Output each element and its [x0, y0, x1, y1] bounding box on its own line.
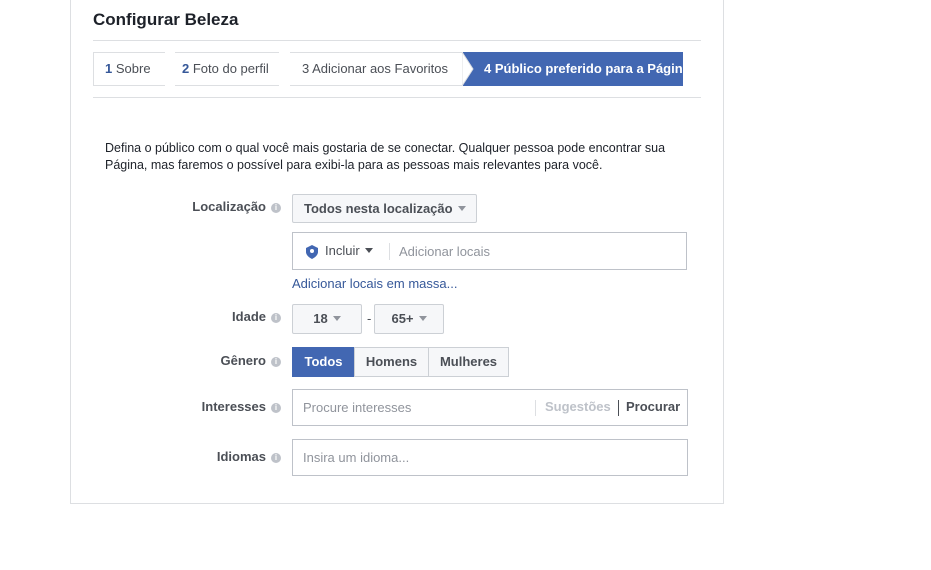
browse-button[interactable]: Procurar	[626, 399, 680, 414]
step-label: Sobre	[115, 61, 151, 76]
input-divider	[618, 400, 619, 416]
gender-label: Gênero	[220, 353, 266, 368]
step-label: Adicionar aos Favoritos	[312, 61, 448, 76]
gender-women-button[interactable]: Mulheres	[428, 347, 509, 377]
input-divider	[535, 400, 536, 416]
age-max-dropdown[interactable]: 65+	[374, 304, 444, 334]
step-number: 1	[105, 61, 113, 76]
gender-selector: Todos Homens Mulheres	[292, 347, 510, 377]
step-preferred-audience[interactable]: 4 Público preferido para a Página	[462, 52, 690, 86]
location-input-box[interactable]: Incluir Adicionar locais	[292, 232, 687, 270]
interests-input-box[interactable]: Procure interesses Sugestões Procurar	[292, 389, 688, 426]
info-icon[interactable]: i	[271, 357, 281, 367]
info-icon[interactable]: i	[271, 403, 281, 413]
location-label: Localização	[192, 199, 266, 214]
info-icon[interactable]: i	[271, 313, 281, 323]
location-pin-icon	[306, 245, 318, 259]
page-title: Configurar Beleza	[93, 10, 239, 29]
divider	[93, 97, 701, 98]
step-label: Público preferido para a Página	[494, 61, 690, 76]
gender-all-button[interactable]: Todos	[292, 347, 355, 377]
include-dropdown[interactable]: Incluir	[325, 243, 373, 258]
languages-label-col: Idiomas i	[171, 449, 281, 469]
step-profile-photo[interactable]: 2 Foto do perfil	[175, 52, 279, 86]
step-notch	[462, 52, 474, 86]
age-max-value: 65+	[391, 311, 414, 326]
bulk-add-locations-link[interactable]: Adicionar locais em massa...	[292, 276, 457, 291]
step-number: 2	[182, 61, 190, 76]
languages-input[interactable]: Insira um idioma...	[303, 450, 409, 465]
suggestions-button[interactable]: Sugestões	[545, 399, 611, 414]
age-label: Idade	[232, 309, 266, 324]
chevron-down-icon	[332, 316, 341, 321]
chevron-down-icon	[457, 206, 466, 211]
chevron-down-icon	[418, 316, 427, 321]
location-search-input[interactable]: Adicionar locais	[399, 244, 490, 259]
chevron-down-icon	[364, 248, 373, 253]
languages-label: Idiomas	[216, 449, 266, 464]
setup-steps: 1 Sobre 2 Foto do perfil 3 Adicionar aos…	[93, 52, 701, 86]
interests-label: Interesses	[201, 399, 266, 414]
gender-men-button[interactable]: Homens	[354, 347, 429, 377]
audience-description: Defina o público com o qual você mais go…	[105, 141, 666, 172]
step-about[interactable]: 1 Sobre	[93, 52, 165, 86]
location-label-col: Localização i	[171, 199, 281, 219]
step-number: 4	[484, 61, 492, 76]
input-divider	[389, 243, 390, 260]
setup-panel: Configurar Beleza 1 Sobre 2 Foto do perf…	[70, 0, 724, 504]
age-separator: -	[367, 311, 372, 326]
interests-label-col: Interesses i	[171, 399, 281, 419]
include-label: Incluir	[325, 243, 360, 258]
info-icon[interactable]: i	[271, 453, 281, 463]
age-min-value: 18	[313, 311, 328, 326]
location-scope-dropdown[interactable]: Todos nesta localização	[292, 194, 477, 223]
location-scope-value: Todos nesta localização	[304, 201, 453, 216]
step-number: 3	[302, 61, 310, 76]
interests-search-input[interactable]: Procure interesses	[303, 400, 411, 415]
step-add-favorites[interactable]: 3 Adicionar aos Favoritos	[290, 52, 462, 86]
age-min-dropdown[interactable]: 18	[292, 304, 362, 334]
info-icon[interactable]: i	[271, 203, 281, 213]
age-label-col: Idade i	[171, 309, 281, 329]
step-label: Foto do perfil	[192, 61, 269, 76]
divider	[93, 40, 701, 41]
languages-input-box[interactable]: Insira um idioma...	[292, 439, 688, 476]
gender-label-col: Gênero i	[171, 353, 281, 373]
